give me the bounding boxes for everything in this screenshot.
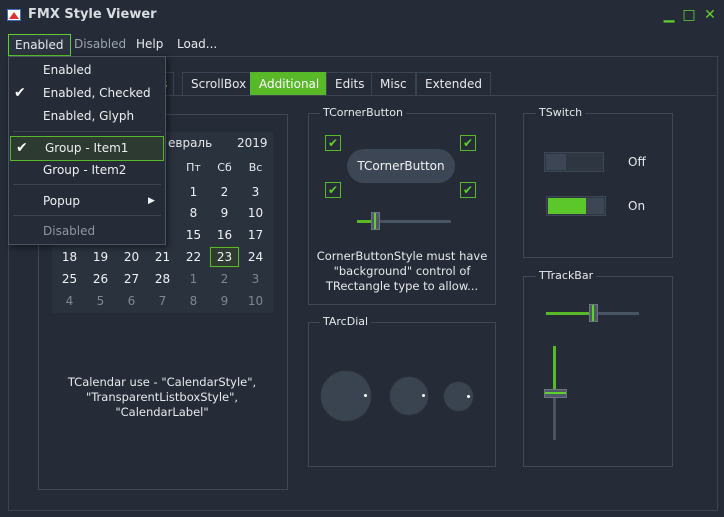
- calendar-day-other-month[interactable]: 6: [116, 290, 147, 312]
- switch-on[interactable]: [546, 196, 606, 216]
- menu-disabled[interactable]: Disabled: [68, 34, 132, 54]
- calendar-day[interactable]: 2: [209, 181, 240, 203]
- menu-help[interactable]: Help: [130, 34, 169, 54]
- weekday-label: Сб: [217, 161, 232, 174]
- menu-item-disabled: Disabled: [43, 224, 96, 238]
- calendar-day[interactable]: 1: [178, 181, 209, 203]
- trackbar-vertical-thumb[interactable]: [544, 389, 567, 398]
- menu-load[interactable]: Load...: [171, 34, 223, 54]
- calendar-day-selected[interactable]: 23: [209, 246, 240, 268]
- menu-item-group-item1[interactable]: ✔ Group - Item1: [10, 136, 164, 161]
- switch-on-thumb: [586, 198, 604, 214]
- switch-off-thumb: [546, 154, 566, 170]
- trackbar-group-title: TTrackBar: [536, 269, 597, 282]
- minimize-button[interactable]: ▁: [660, 6, 678, 24]
- calendar-year[interactable]: 2019: [237, 136, 268, 150]
- calendar-note: TCalendar use - "CalendarStyle", "Transp…: [67, 375, 257, 419]
- tab-additional[interactable]: Additional: [250, 72, 329, 96]
- calendar-month[interactable]: евраль: [168, 136, 212, 150]
- calendar-day[interactable]: 16: [209, 224, 240, 246]
- arc-dial-large[interactable]: [320, 370, 372, 422]
- corner-button[interactable]: TCornerButton: [347, 149, 455, 183]
- check-icon: ✔: [14, 85, 26, 101]
- calendar-day-other-month[interactable]: 2: [209, 268, 240, 290]
- calendar-day[interactable]: 27: [116, 268, 147, 290]
- calendar-day-other-month[interactable]: 4: [54, 290, 85, 312]
- check-icon: ✔: [16, 140, 28, 156]
- tab-edits[interactable]: Edits: [326, 72, 374, 96]
- window-title: FMX Style Viewer: [28, 7, 157, 22]
- trackbar-horizontal-thumb[interactable]: [589, 304, 598, 322]
- checkbox-bottom-right[interactable]: ✔: [460, 182, 476, 198]
- menu-item-popup[interactable]: Popup ▶: [9, 190, 165, 213]
- checkbox-top-right[interactable]: ✔: [460, 135, 476, 151]
- arc-dial-medium[interactable]: [389, 376, 429, 416]
- menu-item-group-item2[interactable]: Group - Item2: [9, 159, 165, 182]
- menu-separator: [13, 215, 161, 216]
- calendar-day[interactable]: 28: [147, 268, 178, 290]
- calendar-day[interactable]: 22: [178, 246, 209, 268]
- arc-dial-group-title: TArcDial: [320, 315, 372, 328]
- calendar-day-other-month[interactable]: 8: [178, 290, 209, 312]
- calendar-day[interactable]: 17: [240, 224, 271, 246]
- menu-item-enabled-glyph[interactable]: Enabled, Glyph: [9, 105, 165, 128]
- calendar-day[interactable]: 9: [209, 202, 240, 224]
- calendar-day-other-month[interactable]: 1: [178, 268, 209, 290]
- calendar-day-other-month[interactable]: 7: [147, 290, 178, 312]
- enabled-menu-dropdown: Enabled ✔ Enabled, Checked Enabled, Glyp…: [8, 56, 166, 245]
- menu-item-enabled-checked[interactable]: ✔ Enabled, Checked: [9, 82, 165, 105]
- switch-off-label: Off: [628, 155, 646, 169]
- trackbar-group: [523, 276, 673, 467]
- calendar-day[interactable]: 26: [85, 268, 116, 290]
- calendar-day[interactable]: 3: [240, 181, 271, 203]
- switch-group: [523, 113, 673, 258]
- calendar-day-other-month[interactable]: 10: [240, 290, 271, 312]
- weekday-label: Пт: [186, 161, 201, 174]
- weekday-label: Вс: [248, 161, 263, 174]
- checkbox-bottom-left[interactable]: ✔: [325, 182, 341, 198]
- corner-button-note: CornerButtonStyle must have "background"…: [316, 249, 488, 293]
- calendar-day[interactable]: 24: [240, 246, 271, 268]
- submenu-arrow-icon: ▶: [148, 196, 155, 206]
- calendar-day[interactable]: 21: [147, 246, 178, 268]
- switch-on-label: On: [628, 199, 646, 213]
- trackbar-horizontal-fill: [546, 312, 592, 315]
- switch-off[interactable]: [544, 152, 604, 172]
- app-icon: [7, 9, 21, 21]
- calendar-day[interactable]: 20: [116, 246, 147, 268]
- calendar-day-other-month[interactable]: 3: [240, 268, 271, 290]
- corner-button-group-title: TCornerButton: [320, 106, 406, 119]
- arc-dial-small[interactable]: [443, 381, 474, 412]
- calendar-day[interactable]: 25: [54, 268, 85, 290]
- tab-scrollbox[interactable]: ScrollBox: [182, 72, 256, 96]
- menu-separator: [13, 131, 161, 132]
- corner-slider-thumb[interactable]: [371, 212, 380, 230]
- switch-group-title: TSwitch: [536, 106, 586, 119]
- menu-separator: [13, 184, 161, 185]
- tab-extended[interactable]: Extended: [416, 72, 491, 96]
- calendar-day[interactable]: 18: [54, 246, 85, 268]
- close-button[interactable]: ✕: [701, 6, 719, 24]
- checkbox-top-left[interactable]: ✔: [325, 135, 341, 151]
- calendar-day-other-month[interactable]: 5: [85, 290, 116, 312]
- calendar-day[interactable]: 15: [178, 224, 209, 246]
- calendar-day[interactable]: 19: [85, 246, 116, 268]
- calendar-day-other-month[interactable]: 9: [209, 290, 240, 312]
- tab-misc[interactable]: Misc: [371, 72, 416, 96]
- calendar-day[interactable]: 10: [240, 202, 271, 224]
- menu-item-enabled[interactable]: Enabled: [9, 59, 165, 82]
- calendar-day[interactable]: 8: [178, 202, 209, 224]
- trackbar-vertical-fill: [553, 346, 556, 392]
- switch-on-fill: [548, 198, 586, 214]
- maximize-button[interactable]: □: [680, 6, 698, 24]
- menu-enabled[interactable]: Enabled: [8, 34, 71, 56]
